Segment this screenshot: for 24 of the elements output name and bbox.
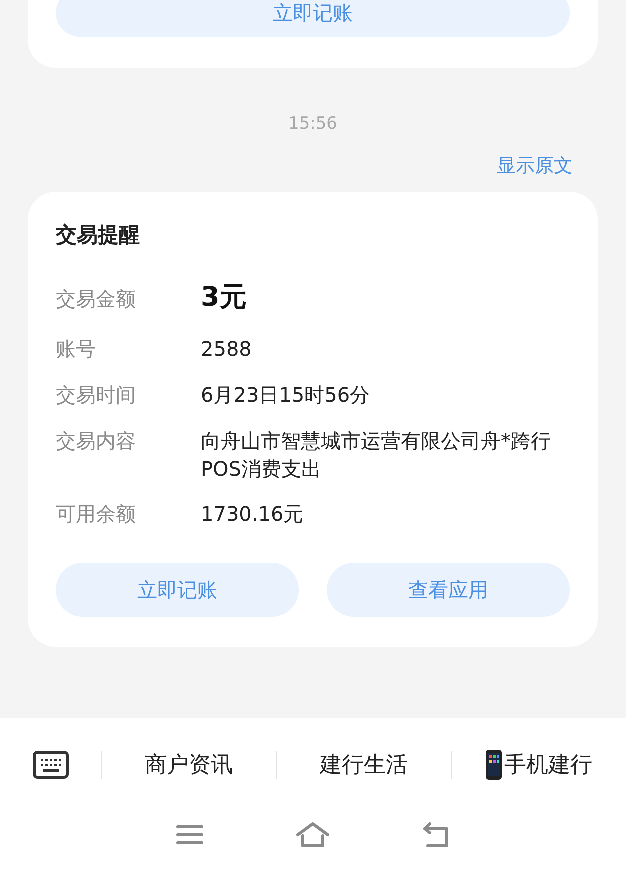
card-title: 交易提醒 bbox=[56, 222, 141, 249]
menu-tab[interactable]: 商户资讯 bbox=[145, 748, 233, 782]
field-label: 可用余额 bbox=[56, 501, 137, 528]
back-icon[interactable] bbox=[422, 822, 450, 848]
action-button[interactable]: 立即记账 bbox=[56, 563, 299, 617]
menu-tab[interactable]: 手机建行 bbox=[486, 748, 592, 782]
field-label: 交易时间 bbox=[56, 382, 137, 409]
field-value: 1730.16元 bbox=[201, 501, 305, 528]
home-icon[interactable] bbox=[296, 822, 330, 848]
phone-icon bbox=[486, 750, 502, 780]
field-value: 向舟山市智慧城市运营有限公司舟*跨行POS消费支出 bbox=[201, 428, 552, 483]
field-label: 交易内容 bbox=[56, 428, 137, 455]
field-label: 交易金额 bbox=[56, 286, 137, 312]
keyboard-icon[interactable] bbox=[32, 751, 68, 779]
menu-tab[interactable]: 建行生活 bbox=[320, 748, 408, 782]
field-value: 6月23日15时56分 bbox=[201, 382, 372, 409]
field-label: 账号 bbox=[56, 336, 97, 363]
show-original-link[interactable]: 显示原文 bbox=[497, 152, 573, 180]
field-value: 3元 bbox=[201, 280, 247, 314]
timestamp: 15:56 bbox=[288, 113, 338, 136]
action-button[interactable]: 查看应用 bbox=[327, 563, 570, 617]
record-button[interactable]: 立即记账 bbox=[56, 0, 570, 37]
field-value: 2588 bbox=[201, 336, 253, 363]
menu-icon[interactable] bbox=[176, 824, 204, 846]
